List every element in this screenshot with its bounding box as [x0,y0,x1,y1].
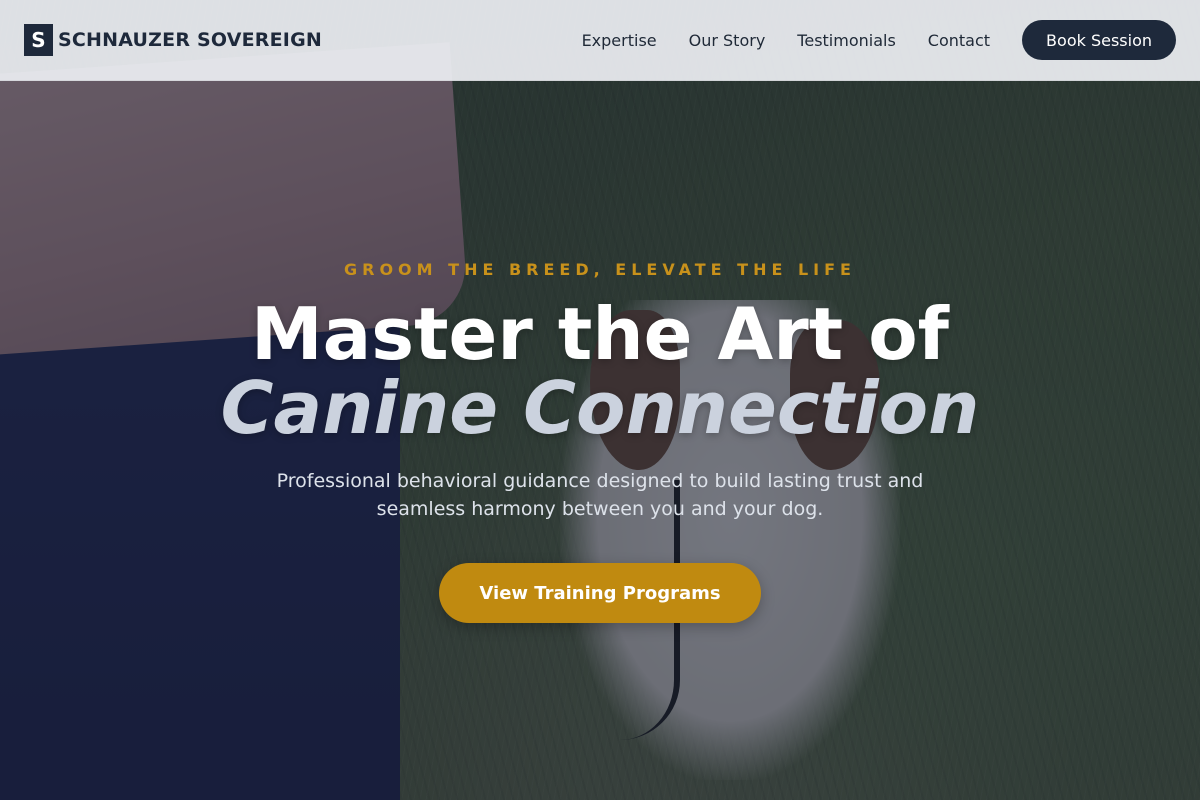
hero-headline-line2: Canine Connection [220,366,980,450]
hero-subtext: Professional behavioral guidance designe… [276,470,924,520]
hero-section: GROOM THE BREED, ELEVATE THE LIFE Master… [0,0,1200,800]
view-training-programs-button[interactable]: View Training Programs [439,563,761,623]
hero-eyebrow: GROOM THE BREED, ELEVATE THE LIFE [344,260,856,279]
hero-headline-line1: Master the Art of [251,292,949,376]
